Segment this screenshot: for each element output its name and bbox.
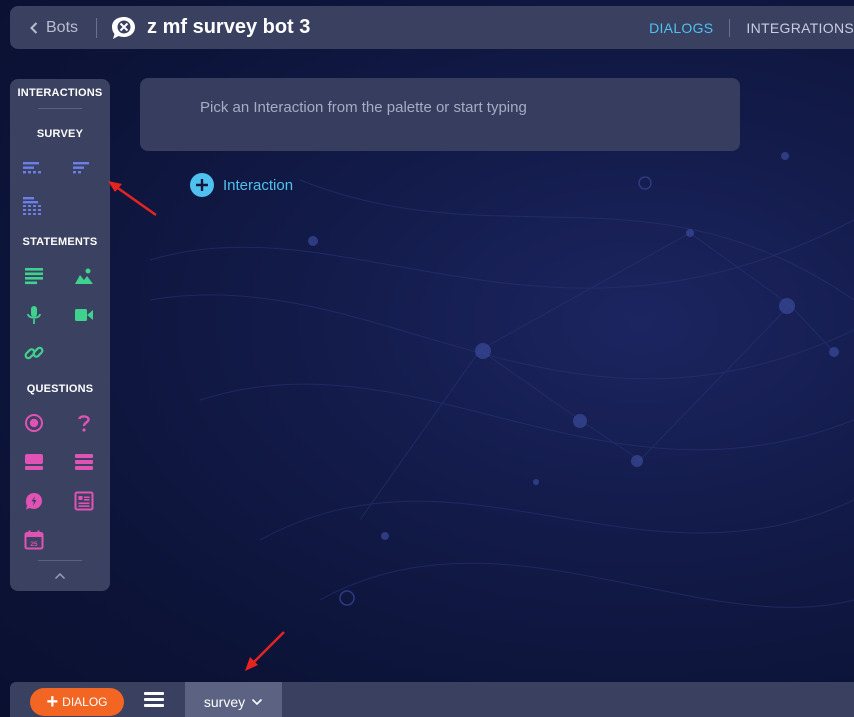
bottom-bar: + DIALOG survey xyxy=(10,682,854,717)
add-dialog-button[interactable]: + DIALOG xyxy=(30,688,124,716)
tab-integrations[interactable]: INTEGRATIONS xyxy=(746,20,854,36)
palette-collapse-button[interactable] xyxy=(50,568,70,584)
add-interaction-button[interactable]: Interaction xyxy=(190,173,293,197)
calendar-icon[interactable]: 25 xyxy=(23,529,45,551)
top-bar: Bots z mf survey bot 3 DIALOGS INTEGRATI… xyxy=(10,6,854,49)
survey-grid-icon[interactable] xyxy=(21,157,43,179)
nav-divider xyxy=(729,18,731,37)
back-label: Bots xyxy=(46,18,79,36)
interactions-palette: INTERACTIONS SURVEY STATEMENTS QUESTIONS xyxy=(10,79,110,591)
chevron-left-icon xyxy=(30,21,38,34)
plus-icon: + xyxy=(46,691,59,713)
prompt-placeholder: Pick an Interaction from the palette or … xyxy=(200,99,527,116)
microphone-icon[interactable] xyxy=(23,304,45,326)
calendar-day-text: 25 xyxy=(30,541,38,548)
survey-short-icon[interactable] xyxy=(70,157,92,179)
multi-line-icon[interactable] xyxy=(73,451,95,473)
dialog-tab-survey[interactable]: survey xyxy=(185,682,282,717)
bot-logo-icon xyxy=(112,16,136,39)
chevron-down-icon xyxy=(252,698,263,706)
form-icon[interactable] xyxy=(73,490,95,512)
question-mark-icon[interactable] xyxy=(73,412,95,434)
section-statements-title: STATEMENTS xyxy=(22,236,98,248)
link-icon[interactable] xyxy=(23,342,45,364)
single-line-icon[interactable] xyxy=(23,451,45,473)
palette-title: INTERACTIONS xyxy=(17,87,103,99)
annotation-arrow-survey-tab xyxy=(245,631,285,671)
hamburger-menu-icon[interactable] xyxy=(144,692,164,708)
add-dialog-label: DIALOG xyxy=(62,695,108,709)
image-icon[interactable] xyxy=(73,265,95,287)
add-interaction-label: Interaction xyxy=(223,176,294,194)
video-icon[interactable] xyxy=(73,304,95,326)
survey-matrix-icon[interactable] xyxy=(21,195,43,217)
chevron-up-icon xyxy=(54,572,66,580)
header-nav: DIALOGS INTEGRATIONS xyxy=(649,6,854,49)
radio-icon[interactable] xyxy=(23,412,45,434)
palette-divider xyxy=(38,108,82,109)
section-questions-title: QUESTIONS xyxy=(26,383,94,395)
palette-bottom-divider xyxy=(38,560,82,561)
back-to-bots-link[interactable]: Bots xyxy=(30,19,78,37)
interaction-prompt-card[interactable]: Pick an Interaction from the palette or … xyxy=(140,78,740,151)
text-icon[interactable] xyxy=(23,265,45,287)
quick-reply-icon[interactable] xyxy=(23,490,45,512)
bot-title: z mf survey bot 3 xyxy=(147,16,311,38)
header-divider xyxy=(96,17,98,38)
tab-dialogs[interactable]: DIALOGS xyxy=(649,20,713,36)
dialog-tab-label: survey xyxy=(203,694,246,710)
plus-circle-icon xyxy=(190,173,214,197)
section-survey-title: SURVEY xyxy=(36,128,84,140)
